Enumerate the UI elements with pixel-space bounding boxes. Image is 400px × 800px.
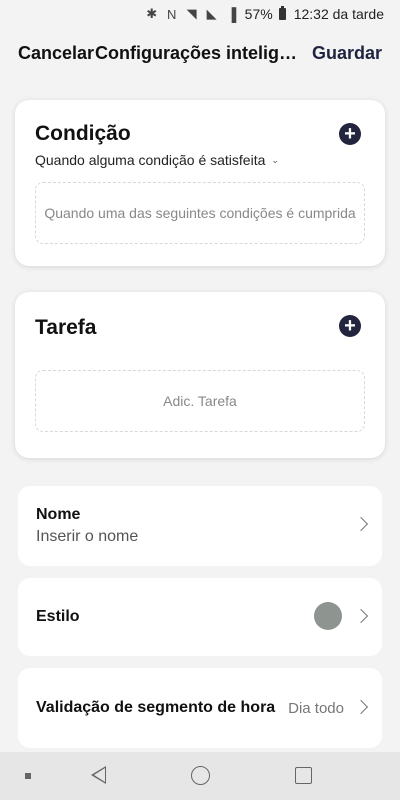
add-task-box[interactable]: Adic. Tarefa — [35, 370, 365, 432]
time-segment-value: Dia todo — [288, 700, 344, 717]
condition-mode-selector[interactable]: Quando alguma condição é satisfeita ⌄ — [35, 152, 279, 168]
style-row[interactable]: Estilo — [18, 578, 382, 656]
add-task-button[interactable]: + — [339, 315, 361, 337]
chevron-right-icon — [353, 608, 369, 624]
battery-icon — [278, 6, 286, 20]
name-label: Nome — [36, 506, 81, 523]
nfc-icon: N — [166, 6, 177, 22]
style-label: Estilo — [36, 608, 80, 625]
condition-title: Condição — [35, 122, 131, 145]
status-bar: ✱ N ◥ ◣ ▐ 57% 12:32 da tarde — [0, 0, 400, 28]
time-segment-label: Validação de segmento de hora — [36, 699, 276, 716]
add-task-text: Adic. Tarefa — [163, 393, 237, 409]
condition-mode-label: Quando alguma condição é satisfeita — [35, 152, 266, 168]
chevron-right-icon — [353, 516, 369, 532]
condition-card: Condição + Quando alguma condição é sati… — [15, 100, 385, 266]
condition-placeholder-box[interactable]: Quando uma das seguintes condições é cum… — [35, 182, 365, 244]
header: Cancelar Configurações inteligentes Guar… — [0, 36, 400, 70]
name-input[interactable]: Inserir o nome — [36, 528, 138, 546]
bluetooth-icon: ✱ — [146, 6, 158, 21]
task-title: Tarefa — [35, 316, 97, 339]
cancel-button[interactable]: Cancelar — [18, 43, 94, 64]
back-icon-inner — [94, 768, 105, 782]
clock: 12:32 da tarde — [293, 6, 384, 22]
time-segment-row[interactable]: Validação de segmento de hora Dia todo — [18, 668, 382, 748]
recent-apps-icon[interactable] — [295, 767, 312, 784]
menu-dot-icon[interactable] — [25, 773, 31, 779]
wifi-icon: ◥ — [186, 6, 197, 21]
navigation-bar — [0, 752, 400, 800]
plus-icon: + — [344, 123, 356, 145]
chevron-right-icon — [353, 699, 369, 715]
no-sim-icon: ◣ — [206, 6, 217, 21]
save-button[interactable]: Guardar — [312, 43, 382, 64]
battery-percent: 57% — [244, 6, 273, 22]
chevron-down-icon: ⌄ — [271, 154, 279, 165]
plus-icon: + — [344, 315, 356, 337]
page-title: Configurações inteligentes — [95, 42, 301, 63]
condition-placeholder-text: Quando uma das seguintes condições é cum… — [44, 205, 356, 221]
home-icon[interactable] — [191, 766, 210, 785]
style-color-swatch — [314, 602, 342, 630]
task-card: Tarefa + Adic. Tarefa — [15, 292, 385, 458]
signal-icon: ▐ — [227, 6, 237, 22]
add-condition-button[interactable]: + — [339, 123, 361, 145]
name-row[interactable]: Nome Inserir o nome — [18, 486, 382, 566]
